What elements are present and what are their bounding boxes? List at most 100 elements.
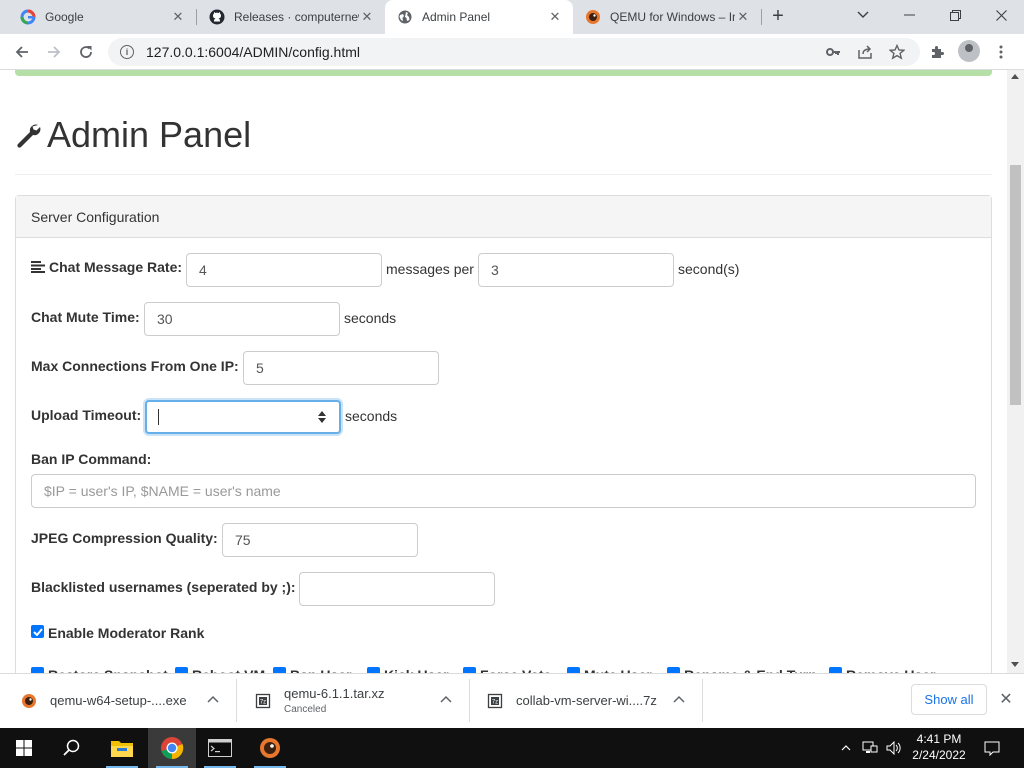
close-tab-icon[interactable]: ✕: [547, 9, 563, 25]
max-connections-input[interactable]: 5: [243, 351, 439, 385]
download-divider: [702, 679, 703, 722]
github-icon: [209, 9, 225, 25]
max-connections-label: Max Connections From One IP:: [31, 358, 239, 374]
windows-logo-icon: [16, 740, 32, 756]
menu-icon[interactable]: [988, 39, 1014, 65]
chat-rate-label-text: Chat Message Rate:: [49, 259, 183, 275]
url-text: 127.0.0.1:6004/ADMIN/config.html: [146, 44, 361, 60]
key-icon[interactable]: [820, 39, 846, 65]
panel-heading: Server Configuration: [16, 196, 991, 238]
page-viewport: Admin Panel Server Configuration Chat Me…: [0, 70, 1024, 673]
share-icon[interactable]: [852, 39, 878, 65]
tab-qemu[interactable]: QEMU for Windows – Installers ✕: [573, 0, 761, 34]
close-window-button[interactable]: [978, 0, 1024, 30]
spinner-arrows-icon[interactable]: [317, 409, 327, 425]
start-button[interactable]: [0, 728, 48, 768]
download-item[interactable]: 7z qemu-6.1.1.tar.xz Canceled: [254, 677, 444, 724]
download-item[interactable]: qemu-w64-setup-....exe: [20, 677, 210, 724]
max-connections-value: 5: [256, 360, 264, 376]
tray-chevron-icon[interactable]: [838, 728, 854, 768]
new-tab-button[interactable]: +: [767, 5, 789, 27]
folder-icon: [111, 741, 133, 757]
chat-rate-label: Chat Message Rate:: [31, 259, 182, 275]
tab-title: Google: [45, 10, 84, 24]
chevron-up-icon[interactable]: [207, 694, 219, 706]
ban-ip-command-input[interactable]: $IP = user's IP, $NAME = user's name: [31, 474, 976, 508]
tab-divider: [761, 9, 762, 25]
archive-icon: 7z: [254, 692, 272, 710]
chevron-up-icon[interactable]: [673, 694, 685, 706]
mute-time-label: Chat Mute Time:: [31, 309, 140, 325]
qemu-taskbar-button[interactable]: [246, 728, 294, 768]
download-divider: [236, 679, 237, 722]
upload-timeout-label: Upload Timeout:: [31, 407, 142, 423]
terminal-button[interactable]: [196, 728, 244, 768]
close-tab-icon[interactable]: ✕: [359, 9, 375, 25]
upload-timeout-input[interactable]: [145, 400, 341, 434]
chevron-up-icon[interactable]: [440, 694, 452, 706]
seconds-unit: seconds: [345, 408, 398, 424]
ban-ip-label: Ban IP Command:: [31, 451, 152, 467]
close-tab-icon[interactable]: ✕: [170, 9, 186, 25]
network-icon[interactable]: [860, 728, 880, 768]
chrome-button[interactable]: [148, 728, 196, 768]
seconds-unit: second(s): [678, 261, 740, 277]
restore-button[interactable]: [932, 0, 978, 30]
extensions-icon[interactable]: [924, 39, 950, 65]
moderator-rank-checkbox[interactable]: [31, 625, 44, 638]
scroll-down-icon[interactable]: [1011, 662, 1019, 667]
tab-releases[interactable]: Releases · computernewb/collab ✕: [197, 0, 385, 34]
show-all-button[interactable]: Show all: [911, 684, 987, 715]
scroll-up-icon[interactable]: [1011, 74, 1019, 79]
jpeg-quality-input[interactable]: 75: [222, 523, 418, 557]
profile-avatar[interactable]: [958, 40, 980, 62]
mute-time-input[interactable]: 30: [144, 302, 340, 336]
search-button[interactable]: [48, 728, 96, 768]
terminal-icon: [208, 739, 232, 757]
chat-rate-seconds-input[interactable]: 3: [478, 253, 674, 287]
tab-title: Releases · computernewb/collab: [234, 10, 359, 24]
address-bar[interactable]: i 127.0.0.1:6004/ADMIN/config.html: [108, 38, 920, 66]
chat-rate-messages-input[interactable]: 4: [186, 253, 382, 287]
reload-icon[interactable]: [73, 39, 99, 65]
download-status: Canceled: [284, 704, 327, 715]
globe-icon: [397, 9, 413, 25]
ban-ip-placeholder: $IP = user's IP, $NAME = user's name: [44, 483, 281, 499]
system-clock[interactable]: 4:41 PM 2/24/2022: [908, 731, 970, 763]
page-title: Admin Panel: [15, 114, 251, 156]
tab-search-icon[interactable]: [840, 0, 886, 30]
forward-icon[interactable]: [41, 39, 67, 65]
chat-rate-messages-value: 4: [199, 262, 207, 278]
search-icon: [63, 739, 80, 756]
download-item[interactable]: 7z collab-vm-server-wi....7z: [486, 677, 676, 724]
qemu-icon: [260, 738, 280, 758]
download-name: collab-vm-server-wi....7z: [516, 693, 657, 708]
clock-date: 2/24/2022: [912, 748, 966, 762]
qemu-icon: [20, 692, 38, 710]
align-left-icon: [31, 261, 45, 273]
windows-taskbar: 4:41 PM 2/24/2022: [0, 728, 1024, 768]
bookmark-star-icon[interactable]: [884, 39, 910, 65]
notifications-icon[interactable]: [982, 728, 1002, 768]
qemu-icon: [585, 9, 601, 25]
moderator-rank-label: Enable Moderator Rank: [48, 625, 205, 641]
back-icon[interactable]: [9, 39, 35, 65]
site-info-icon[interactable]: i: [120, 45, 134, 59]
download-name: qemu-6.1.1.tar.xz: [284, 686, 385, 701]
close-download-bar-icon[interactable]: ✕: [997, 690, 1015, 708]
download-name: qemu-w64-setup-....exe: [50, 693, 187, 708]
scrollbar-thumb[interactable]: [1010, 165, 1021, 405]
close-tab-icon[interactable]: ✕: [735, 9, 751, 25]
seconds-unit: seconds: [344, 310, 397, 326]
file-explorer-button[interactable]: [98, 728, 146, 768]
jpeg-quality-label: JPEG Compression Quality:: [31, 530, 218, 546]
clock-time: 4:41 PM: [916, 732, 962, 746]
minimize-button[interactable]: [886, 0, 932, 30]
tab-admin-panel[interactable]: Admin Panel ✕: [385, 0, 573, 34]
volume-icon[interactable]: [884, 728, 904, 768]
page-scrollbar[interactable]: [1007, 70, 1024, 673]
blacklist-input[interactable]: [299, 572, 495, 606]
tab-google[interactable]: Google ✕: [8, 0, 196, 34]
chat-rate-seconds-value: 3: [491, 262, 499, 278]
tab-title: QEMU for Windows – Installers: [610, 10, 735, 24]
